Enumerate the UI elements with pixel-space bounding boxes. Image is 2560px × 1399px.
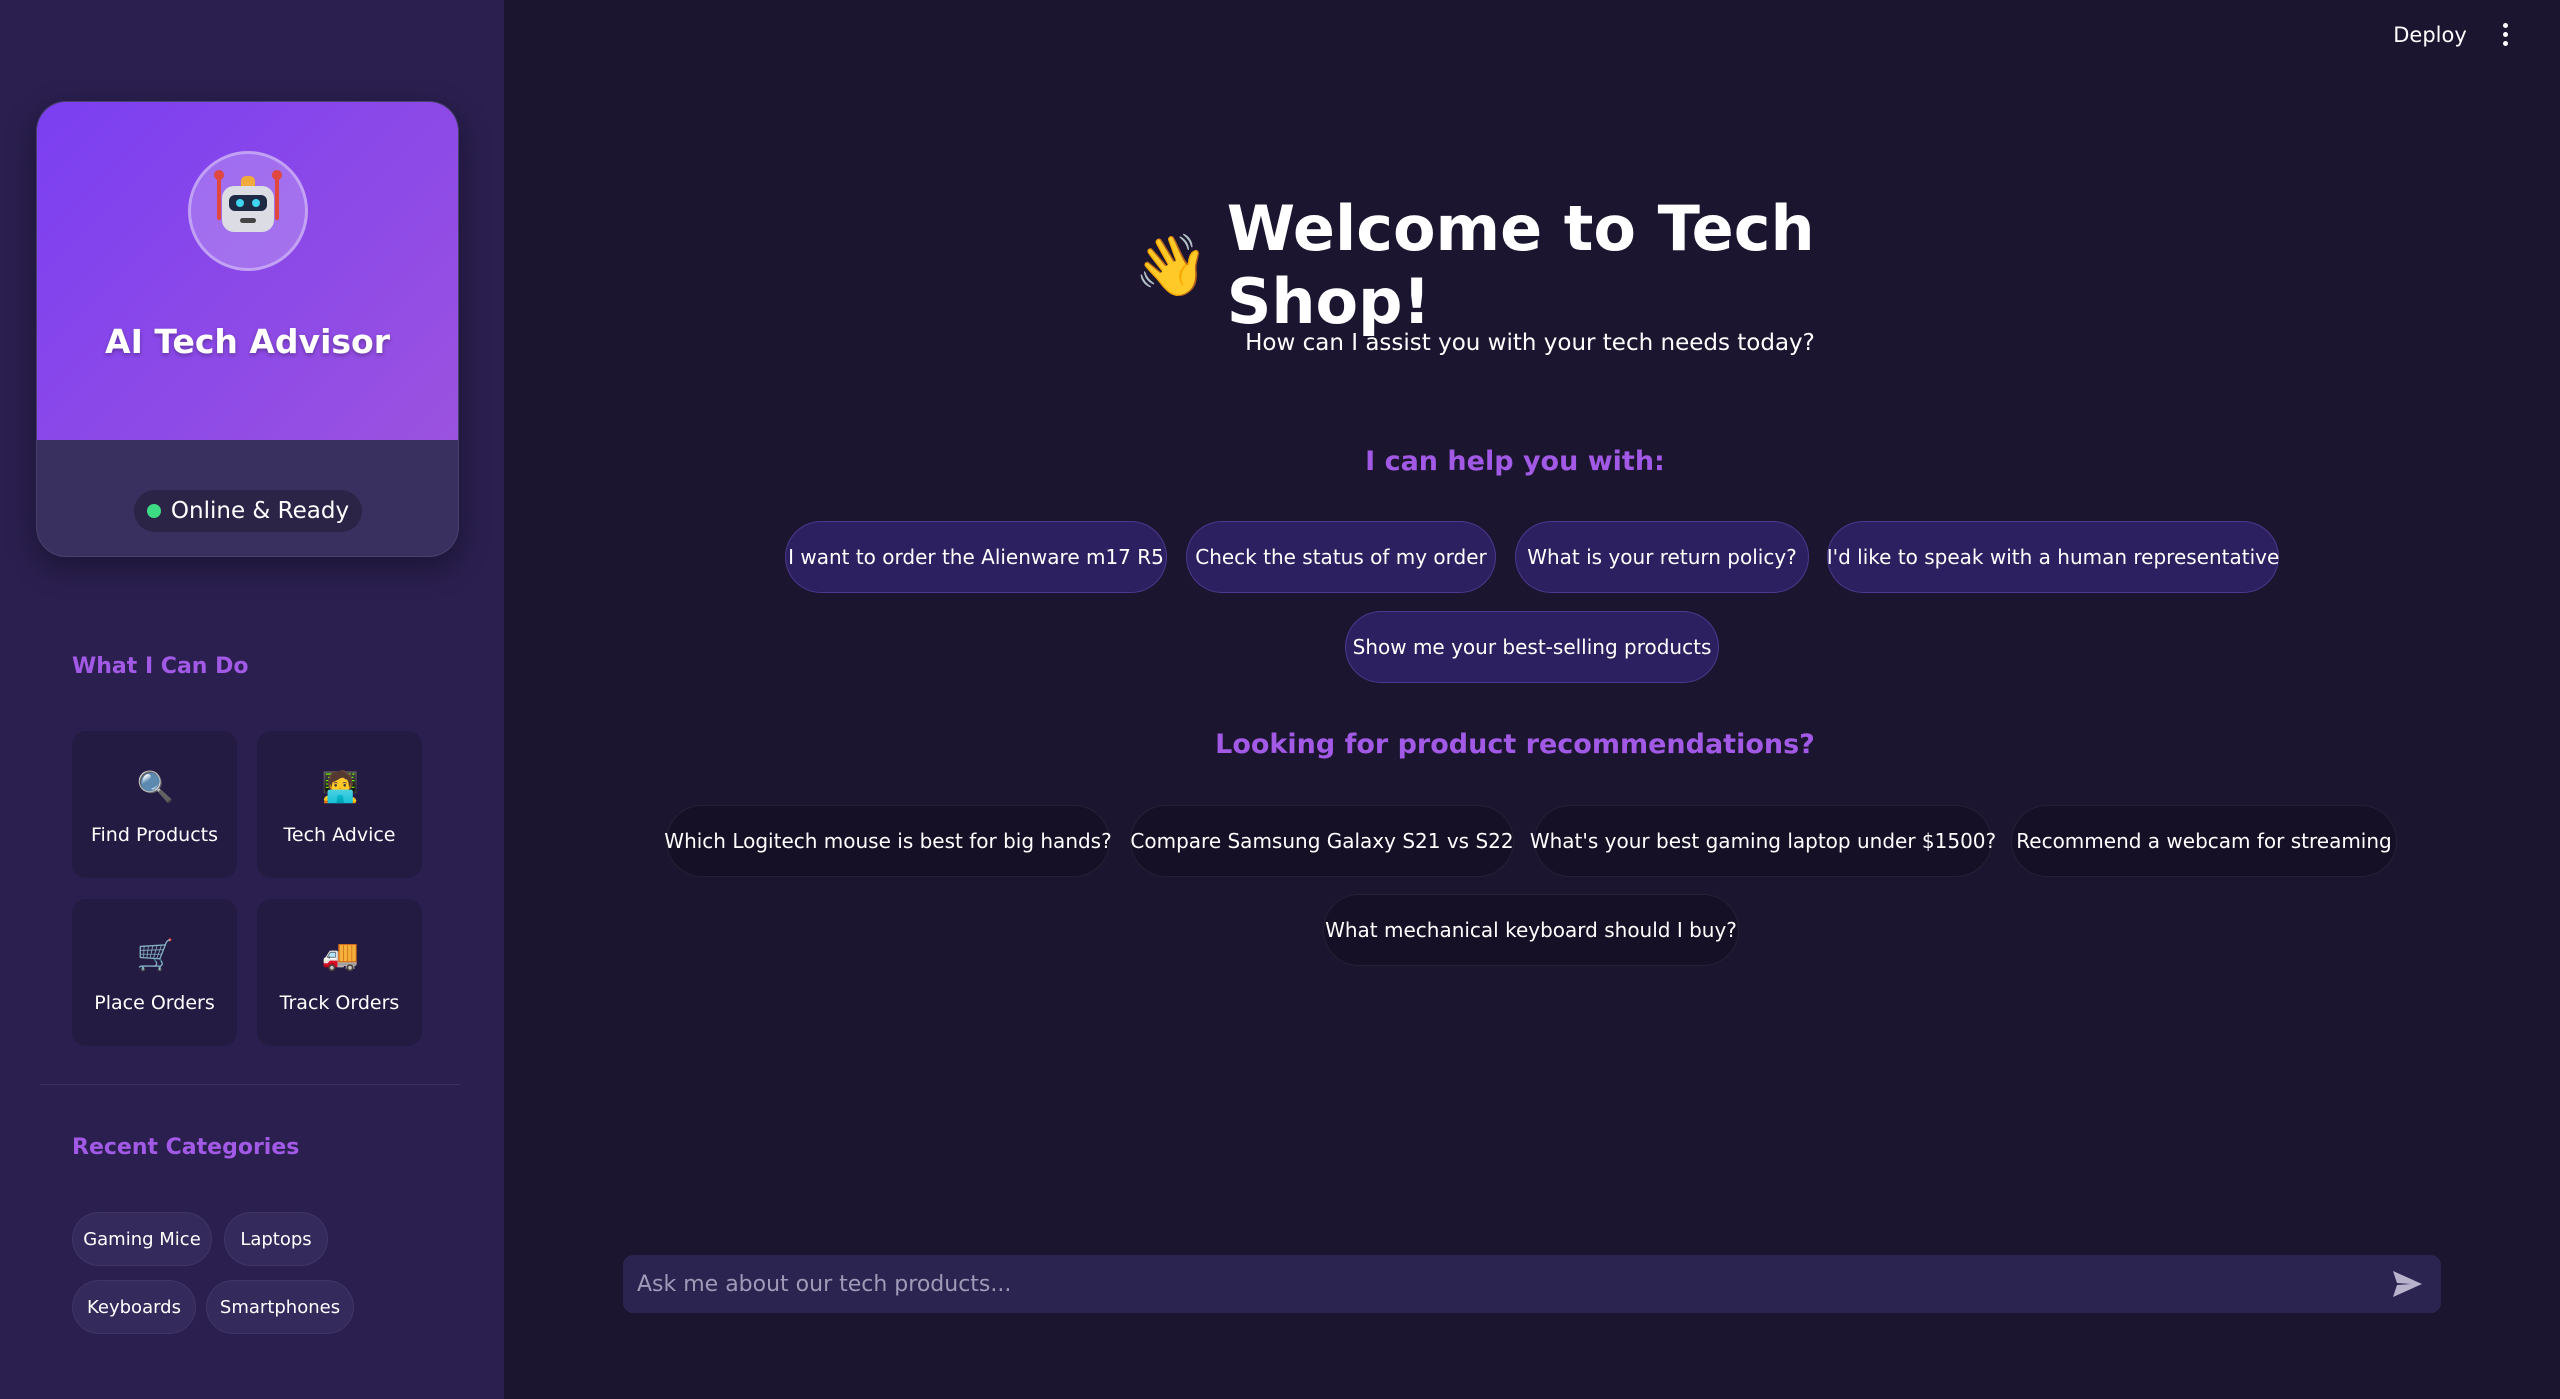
feature-label: Track Orders: [279, 991, 400, 1014]
waving-hand-icon: 👋: [1134, 230, 1209, 301]
status-dot-icon: [146, 504, 161, 518]
app-root: AI Tech Advisor Online & Ready What I Ca…: [0, 0, 2560, 1399]
category-tag-keyboards[interactable]: Keyboards: [72, 1280, 196, 1334]
status-badge: Online & Ready: [134, 490, 362, 532]
capabilities-title: What I Can Do: [72, 654, 249, 679]
profile-header: AI Tech Advisor: [37, 102, 458, 440]
help-prompt-button[interactable]: Check the status of my order: [1186, 521, 1496, 593]
reco-prompt-button[interactable]: Recommend a webcam for streaming: [2011, 805, 2397, 877]
deploy-button[interactable]: Deploy: [2380, 16, 2480, 54]
feature-label: Tech Advice: [283, 823, 396, 846]
page-title: 👋 Welcome to Tech Shop!: [1134, 192, 1914, 338]
reco-prompt-button[interactable]: Compare Samsung Galaxy S21 vs S22: [1130, 805, 1514, 877]
delivery-truck-icon: 🚚: [321, 937, 359, 973]
kebab-menu-icon[interactable]: [2490, 14, 2520, 54]
reco-prompt-button[interactable]: What mechanical keyboard should I buy?: [1323, 894, 1739, 966]
profile-card: AI Tech Advisor Online & Ready: [36, 101, 459, 557]
magnifier-icon: 🔍: [136, 769, 174, 805]
sidebar-divider: [40, 1084, 460, 1085]
category-tag-gaming-mice[interactable]: Gaming Mice: [72, 1212, 212, 1266]
reco-section-title: Looking for product recommendations?: [1215, 729, 1815, 760]
feature-card-track-orders[interactable]: 🚚 Track Orders: [257, 899, 422, 1046]
shopping-cart-icon: 🛒: [136, 937, 174, 973]
feature-label: Place Orders: [94, 991, 215, 1014]
feature-card-find-products[interactable]: 🔍 Find Products: [72, 731, 237, 878]
category-tag-laptops[interactable]: Laptops: [224, 1212, 328, 1266]
help-prompt-button[interactable]: What is your return policy?: [1515, 521, 1809, 593]
chat-input-bar: [623, 1255, 2441, 1313]
status-text: Online & Ready: [170, 498, 350, 524]
help-prompt-button[interactable]: I'd like to speak with a human represent…: [1827, 521, 2279, 593]
sidebar: AI Tech Advisor Online & Ready What I Ca…: [0, 0, 504, 1399]
feature-label: Find Products: [90, 823, 218, 846]
page-title-text: Welcome to Tech Shop!: [1226, 192, 1815, 338]
help-prompt-button[interactable]: Show me your best-selling products: [1345, 611, 1719, 683]
profile-name: AI Tech Advisor: [105, 322, 390, 361]
help-section-title: I can help you with:: [1365, 446, 1665, 477]
reco-prompt-button[interactable]: Which Logitech mouse is best for big han…: [664, 805, 1112, 877]
category-tag-smartphones[interactable]: Smartphones: [206, 1280, 354, 1334]
feature-card-tech-advice[interactable]: 🧑‍💻 Tech Advice: [257, 731, 422, 878]
avatar: [188, 151, 308, 271]
reco-prompt-button[interactable]: What's your best gaming laptop under $15…: [1530, 805, 1996, 877]
send-icon[interactable]: [2391, 1268, 2425, 1300]
technologist-icon: 🧑‍💻: [321, 769, 359, 805]
categories-title: Recent Categories: [72, 1135, 300, 1160]
chat-input[interactable]: [637, 1255, 2377, 1313]
feature-card-place-orders[interactable]: 🛒 Place Orders: [72, 899, 237, 1046]
page-subtitle: How can I assist you with your tech need…: [1245, 330, 1815, 356]
help-prompt-button[interactable]: I want to order the Alienware m17 R5: [785, 521, 1167, 593]
